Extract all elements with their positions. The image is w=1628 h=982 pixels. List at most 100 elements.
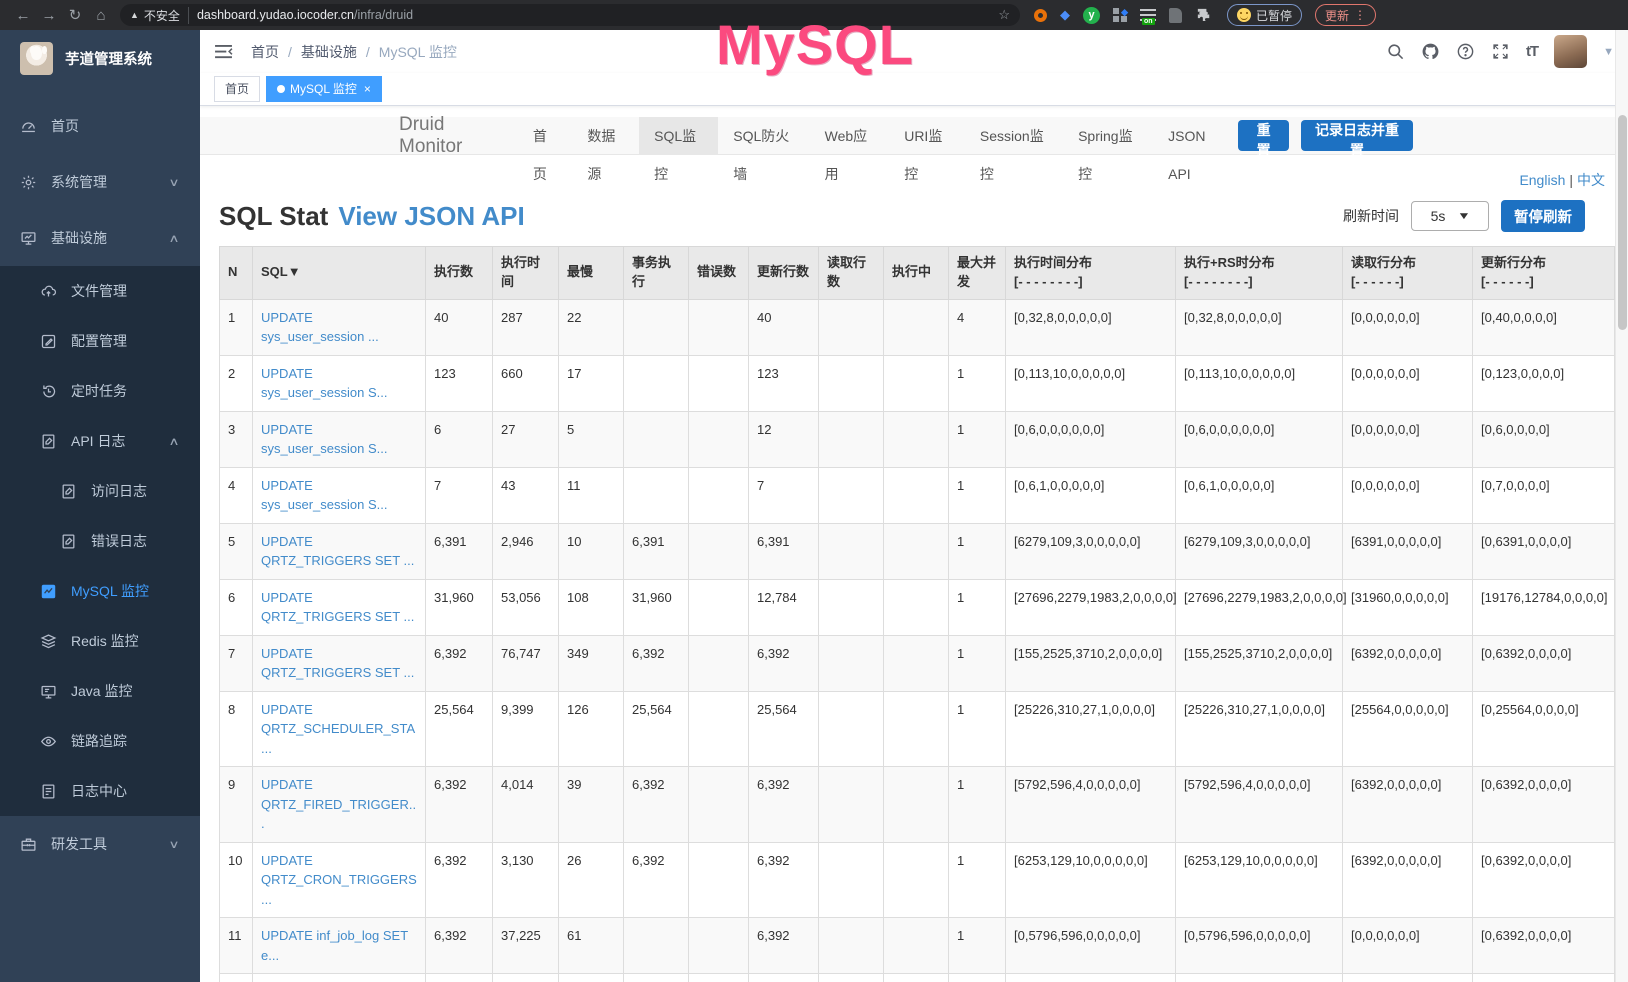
stat-cell: 660: [493, 355, 559, 411]
font-size-icon[interactable]: tT: [1526, 43, 1538, 60]
on-badge: on: [1142, 18, 1155, 25]
view-json-api-link[interactable]: View JSON API: [338, 201, 524, 232]
extension-misc-icon[interactable]: [1169, 8, 1182, 23]
sql-link[interactable]: UPDATE sys_user_session S...: [261, 366, 387, 401]
sidebar-item-文件管理[interactable]: 文件管理: [0, 266, 200, 316]
lang-chinese-link[interactable]: 中文: [1577, 172, 1605, 188]
sidebar-item-首页[interactable]: 首页: [0, 98, 200, 154]
sidebar-item-配置管理[interactable]: 配置管理: [0, 316, 200, 366]
sidebar-item-label: 首页: [51, 116, 79, 136]
stat-cell: 37,225: [493, 918, 559, 974]
stat-cell: [819, 579, 884, 635]
sql-link[interactable]: UPDATE QRTZ_CRON_TRIGGERS...: [261, 853, 417, 907]
app-logo-row[interactable]: 芋道管理系统: [0, 30, 200, 86]
browser-home-icon[interactable]: ⌂: [88, 7, 114, 24]
sql-link[interactable]: UPDATE QRTZ_TRIGGERS SET ...: [261, 534, 414, 569]
sidebar-item-定时任务[interactable]: 定时任务: [0, 366, 200, 416]
mysql-monitor-icon: [40, 583, 57, 600]
sidebar-item-label: 访问日志: [91, 481, 147, 501]
stat-cell: [0,40,0,0,0,0]: [1473, 299, 1615, 355]
sql-cell: UPDATE QRTZ_TRIGGERS SET ...: [253, 635, 426, 691]
bookmark-star-icon[interactable]: ☆: [998, 7, 1010, 23]
scrollbar-thumb[interactable]: [1618, 115, 1627, 330]
reset-button[interactable]: 重置: [1238, 120, 1289, 151]
sql-link[interactable]: UPDATE QRTZ_FIRED_TRIGGER...: [261, 777, 416, 831]
tag-首页[interactable]: 首页: [214, 76, 260, 102]
extension-gem-icon[interactable]: ◆: [1060, 7, 1070, 23]
sql-link[interactable]: UPDATE sys_user_session S...: [261, 478, 387, 513]
sidebar-item-mysql-监控[interactable]: MySQL 监控: [0, 566, 200, 616]
extension-list-icon[interactable]: on: [1140, 9, 1156, 21]
sidebar-item-java-监控[interactable]: Java 监控: [0, 666, 200, 716]
sidebar-item-错误日志[interactable]: 错误日志: [0, 516, 200, 566]
stat-cell: [884, 691, 949, 767]
breadcrumb-item[interactable]: 基础设施: [301, 44, 357, 60]
stat-cell: 287: [493, 299, 559, 355]
user-avatar[interactable]: [1554, 35, 1587, 68]
browser-reload-icon[interactable]: ↻: [62, 6, 88, 24]
druid-nav-数据源[interactable]: 数据源: [572, 117, 639, 155]
druid-nav-sql监控[interactable]: SQL监控: [639, 117, 718, 155]
sidebar-item-redis-监控[interactable]: Redis 监控: [0, 616, 200, 666]
lang-english-link[interactable]: English: [1519, 172, 1565, 188]
breadcrumb-item[interactable]: 首页: [251, 44, 279, 60]
sidebar-item-研发工具[interactable]: 研发工具∨: [0, 816, 200, 872]
druid-nav-uri监控[interactable]: URI监控: [889, 117, 965, 155]
sql-link[interactable]: UPDATE sys_user_session S...: [261, 422, 387, 457]
help-icon[interactable]: [1456, 42, 1475, 61]
sidebar-toggle-icon[interactable]: [214, 44, 233, 59]
log-and-reset-button[interactable]: 记录日志并重置: [1301, 120, 1413, 151]
sidebar-item-访问日志[interactable]: 访问日志: [0, 466, 200, 516]
druid-nav-json-api[interactable]: JSON API: [1153, 117, 1238, 155]
browser-menu-icon[interactable]: ⋮: [1354, 8, 1366, 22]
druid-nav-session监控[interactable]: Session监控: [965, 117, 1063, 155]
tag-mysql-监控[interactable]: MySQL 监控×: [266, 76, 382, 102]
stat-cell: 17: [559, 355, 624, 411]
stat-cell: [819, 635, 884, 691]
extensions-puzzle-icon[interactable]: [1195, 6, 1214, 25]
col-header[interactable]: SQL▼: [253, 247, 426, 300]
sql-link[interactable]: UPDATE sys_user_session ...: [261, 310, 379, 345]
address-bar[interactable]: ▲ 不安全 dashboard.yudao.iocoder.cn/infra/d…: [120, 4, 1020, 26]
stat-cell: [689, 467, 749, 523]
pause-refresh-button[interactable]: 暂停刷新: [1501, 200, 1585, 232]
druid-nav-web应用[interactable]: Web应用: [810, 117, 890, 155]
stat-cell: 6,392: [624, 767, 689, 843]
profile-paused-pill[interactable]: 已暂停: [1227, 4, 1302, 26]
page-scrollbar[interactable]: [1615, 30, 1628, 982]
stat-cell: 25,564: [426, 691, 493, 767]
extension-ring-icon[interactable]: [1034, 9, 1047, 22]
druid-nav-sql防火墙[interactable]: SQL防火墙: [718, 117, 809, 155]
sql-link[interactable]: UPDATE QRTZ_TRIGGERS SET ...: [261, 590, 414, 625]
extension-y-icon[interactable]: y: [1083, 7, 1100, 24]
sql-link[interactable]: UPDATE QRTZ_TRIGGERS SET ...: [261, 646, 414, 681]
extension-grid-icon[interactable]: ◆: [1113, 8, 1127, 22]
search-icon[interactable]: [1386, 42, 1405, 61]
user-menu-caret-icon[interactable]: ▼: [1603, 46, 1614, 58]
druid-brand[interactable]: Druid Monitor: [385, 114, 518, 158]
sql-link[interactable]: UPDATE QRTZ_SCHEDULER_STA...: [261, 702, 415, 756]
stat-cell: 5: [559, 411, 624, 467]
sql-link[interactable]: UPDATE inf_job_log SET e...: [261, 928, 408, 963]
sidebar-item-基础设施[interactable]: 基础设施∧: [0, 210, 200, 266]
fullscreen-icon[interactable]: [1491, 42, 1510, 61]
sidebar-item-label: 链路追踪: [71, 731, 127, 751]
col-header: 最大并发: [949, 247, 1006, 300]
github-icon[interactable]: [1421, 42, 1440, 61]
stat-cell: [819, 411, 884, 467]
browser-forward-icon[interactable]: →: [36, 7, 62, 24]
toolbox-icon: [20, 836, 37, 853]
tag-close-icon[interactable]: ×: [364, 77, 371, 101]
security-label[interactable]: 不安全: [144, 7, 189, 24]
druid-nav-首页[interactable]: 首页: [518, 117, 573, 155]
sidebar-item-日志中心[interactable]: 日志中心: [0, 766, 200, 816]
sidebar-item-api-日志[interactable]: API 日志∧: [0, 416, 200, 466]
sidebar-item-链路追踪[interactable]: 链路追踪: [0, 716, 200, 766]
druid-nav-spring监控[interactable]: Spring监控: [1063, 117, 1153, 155]
browser-update-pill[interactable]: 更新 ⋮: [1315, 4, 1376, 26]
stat-cell: [819, 842, 884, 918]
browser-back-icon[interactable]: ←: [10, 7, 36, 24]
stat-cell: [0,7,0,0,0,0]: [1473, 467, 1615, 523]
refresh-interval-select[interactable]: 5s ▼: [1411, 201, 1489, 231]
sidebar-item-系统管理[interactable]: 系统管理∨: [0, 154, 200, 210]
